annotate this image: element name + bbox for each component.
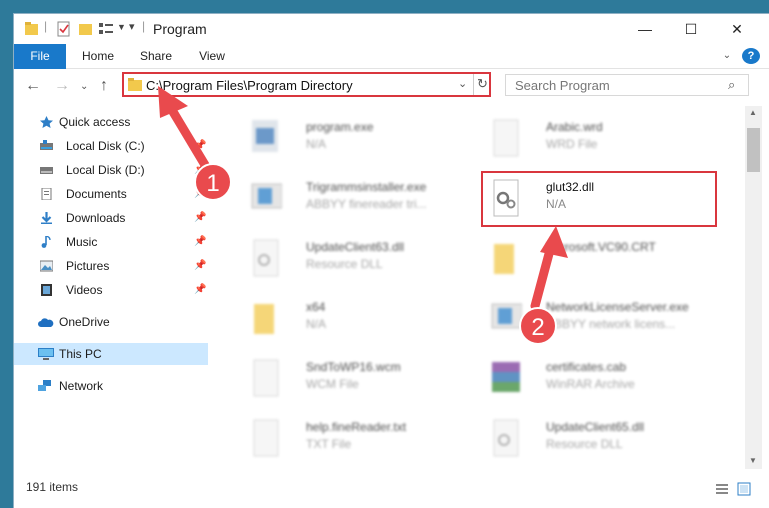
arrow-2-head (540, 226, 568, 258)
step-badge-2: 2 (519, 307, 557, 345)
arrow-1 (167, 105, 210, 170)
arrow-2 (530, 245, 555, 311)
annotation-arrows (158, 86, 568, 311)
step-badge-1: 1 (194, 163, 232, 201)
